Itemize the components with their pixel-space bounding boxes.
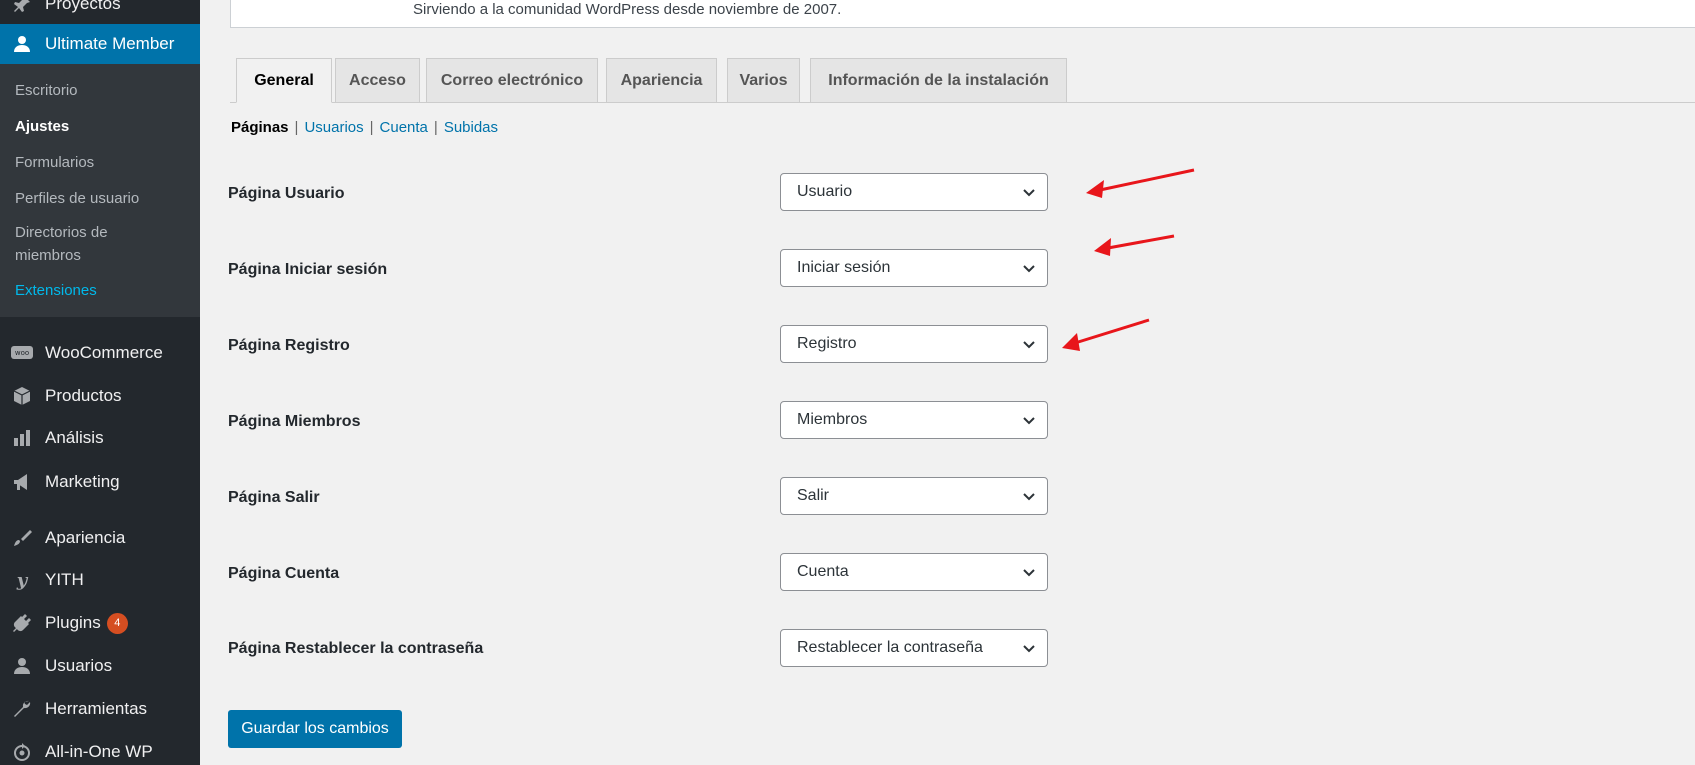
user-icon [10,654,34,678]
wrench-icon [10,697,34,721]
menu-item-proyectos[interactable]: Proyectos [0,0,200,24]
chevron-down-icon [1023,265,1035,273]
woo-icon: woo [10,341,34,365]
notice-text: Sirviendo a la comunidad WordPress desde… [413,1,842,18]
label-pagina-usuario: Página Usuario [228,185,345,202]
subnav-separator: | [369,119,374,136]
tabs-divider [230,102,1695,103]
megaphone-icon [10,470,34,494]
subnav-paginas[interactable]: Páginas [231,119,289,136]
menu-item-ultimate-member[interactable]: Ultimate Member [0,24,200,64]
subnav-usuarios[interactable]: Usuarios [304,119,363,136]
svg-text:woo: woo [15,349,29,357]
label-pagina-iniciar-sesion: Página Iniciar sesión [228,261,388,278]
submenu-item-ajustes[interactable]: Ajustes [15,116,69,138]
chevron-down-icon [1023,493,1035,501]
submenu-item-formularios[interactable]: Formularios [15,152,94,174]
subnav-separator: | [433,119,438,136]
chevron-down-icon [1023,189,1035,197]
label-pagina-cuenta: Página Cuenta [228,565,340,582]
menu-item-plugins[interactable]: Plugins 4 [0,603,200,643]
menu-item-productos[interactable]: Productos [0,376,200,416]
submenu-ultimate-member: Escritorio Ajustes Formularios Perfiles … [0,64,200,317]
select-pagina-salir[interactable]: Salir [780,477,1048,515]
menu-item-label: Usuarios [45,656,113,675]
menu-item-yith[interactable]: y YITH [0,560,200,600]
menu-item-apariencia[interactable]: Apariencia [0,518,200,558]
label-pagina-registro: Página Registro [228,337,350,354]
menu-item-label: Productos [45,386,122,405]
tab-informacion-instalacion[interactable]: Información de la instalación [810,58,1067,102]
submenu-item-directorios-line2[interactable]: miembros [15,245,81,267]
submenu-item-escritorio[interactable]: Escritorio [15,80,78,102]
tab-varios[interactable]: Varios [727,58,800,102]
menu-item-label: YITH [45,570,84,589]
menu-item-label: Apariencia [45,528,126,547]
svg-text:y: y [16,570,29,590]
red-arrow [1094,234,1175,256]
submenu-item-extensiones[interactable]: Extensiones [15,280,97,302]
settings-subnav: Páginas | Usuarios | Cuenta | Subidas [231,119,498,136]
select-pagina-cuenta[interactable]: Cuenta [780,553,1048,591]
menu-item-label: WooCommerce [45,343,163,362]
label-pagina-restablecer: Página Restablecer la contraseña [228,640,484,657]
red-arrow [1086,168,1195,198]
update-count-badge: 4 [106,612,128,634]
menu-item-all-in-one-wp[interactable]: All-in-One WP [0,732,200,765]
menu-item-label: Análisis [45,428,104,447]
chevron-down-icon [1023,341,1035,349]
menu-item-usuarios[interactable]: Usuarios [0,646,200,686]
submenu-item-perfiles[interactable]: Perfiles de usuario [15,188,139,210]
select-pagina-iniciar-sesion[interactable]: Iniciar sesión [780,249,1048,287]
tab-general[interactable]: General [236,58,332,103]
submenu-item-directorios[interactable]: Directorios de [15,222,108,244]
label-pagina-salir: Página Salir [228,489,320,506]
red-arrow [1062,318,1150,351]
subnav-subidas[interactable]: Subidas [444,119,498,136]
select-pagina-miembros[interactable]: Miembros [780,401,1048,439]
select-value: Restablecer la contraseña [797,639,983,656]
select-value: Salir [797,487,830,504]
tab-acceso[interactable]: Acceso [335,58,420,102]
circle-arrow-icon [10,740,34,764]
select-value: Iniciar sesión [797,259,891,276]
menu-item-label: Herramientas [45,699,148,718]
menu-item-label: Proyectos [45,0,121,13]
user-icon [10,32,34,56]
select-pagina-registro[interactable]: Registro [780,325,1048,363]
select-value: Registro [797,335,857,352]
chevron-down-icon [1023,417,1035,425]
select-value: Usuario [797,183,853,200]
box-icon [10,384,34,408]
admin-sidebar: Proyectos Ultimate Member Escritorio Aju… [0,0,200,765]
select-value: Miembros [797,411,868,428]
menu-item-label: Marketing [45,472,120,491]
plug-icon [10,611,34,635]
paintbrush-icon [10,526,34,550]
select-value: Cuenta [797,563,849,580]
label-pagina-miembros: Página Miembros [228,413,361,430]
tab-correo-electronico[interactable]: Correo electrónico [426,58,598,102]
menu-item-label: Ultimate Member [45,34,175,53]
top-notice-banner: Sirviendo a la comunidad WordPress desde… [230,0,1695,28]
save-changes-button[interactable]: Guardar los cambios [228,710,402,748]
select-pagina-usuario[interactable]: Usuario [780,173,1048,211]
chevron-down-icon [1023,645,1035,653]
menu-item-herramientas[interactable]: Herramientas [0,689,200,729]
subnav-separator: | [294,119,299,136]
menu-item-label: All-in-One WP [45,742,153,761]
menu-item-analisis[interactable]: Análisis [0,418,200,458]
yith-icon: y [10,568,34,592]
bar-chart-icon [10,426,34,450]
chevron-down-icon [1023,569,1035,577]
pin-icon [10,0,34,16]
tab-apariencia[interactable]: Apariencia [606,58,717,102]
menu-item-marketing[interactable]: Marketing [0,462,200,502]
menu-item-woocommerce[interactable]: woo WooCommerce [0,333,200,373]
menu-item-label: Plugins [45,613,101,632]
subnav-cuenta[interactable]: Cuenta [380,119,428,136]
select-pagina-restablecer[interactable]: Restablecer la contraseña [780,629,1048,667]
